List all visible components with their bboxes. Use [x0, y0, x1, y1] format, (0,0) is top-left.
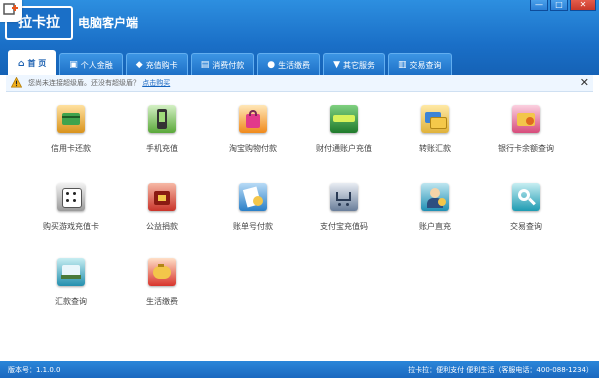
service-life-bills[interactable]: 生活缴费	[117, 258, 207, 307]
service-label: 转账汇款	[419, 144, 451, 153]
tab-label: 充值购卡	[145, 60, 178, 70]
tab-transaction-query[interactable]: ▥ 交易查询	[387, 53, 452, 76]
service-label: 交易查询	[510, 222, 542, 231]
tab-other-services[interactable]: ▼ 其它服务	[323, 53, 385, 76]
service-balance-query[interactable]: 银行卡余额查询	[481, 105, 571, 154]
tab-label: 生活缴费	[278, 60, 311, 70]
balance-icon	[512, 105, 540, 133]
chat-icon: ▼	[333, 60, 340, 70]
tab-label: 个人金融	[80, 60, 113, 70]
buy-link[interactable]: 点击购买	[142, 79, 170, 87]
notice-close-icon[interactable]: ✕	[580, 76, 589, 89]
service-bill-number-pay[interactable]: 账单号付款	[208, 183, 298, 232]
plus-icon	[3, 3, 18, 15]
tab-home[interactable]: ⌂ 首 页	[8, 50, 57, 76]
tab-life-bills[interactable]: ● 生活缴费	[257, 53, 321, 76]
close-button[interactable]: ✕	[570, 0, 596, 11]
service-label: 财付通账户充值	[316, 144, 372, 153]
bill-icon: ●	[267, 60, 276, 70]
service-transfer[interactable]: 转账汇款	[390, 105, 480, 154]
wallet-icon: ▣	[69, 60, 78, 70]
home-icon: ⌂	[18, 58, 25, 69]
service-donation[interactable]: 公益捐款	[117, 183, 207, 232]
card-icon: ◆	[135, 60, 143, 70]
bill-pay-icon	[239, 183, 267, 211]
tab-label: 首 页	[27, 59, 47, 68]
app-corner-icon	[0, 0, 22, 22]
notice-text: 您尚未连接超级盾。还没有超级盾？ 点击购买	[28, 78, 170, 88]
service-label: 公益捐款	[146, 222, 178, 231]
window-controls: — □ ✕	[530, 0, 596, 11]
tab-label: 交易查询	[409, 60, 442, 70]
service-label: 生活缴费	[146, 297, 178, 306]
tab-label: 其它服务	[342, 60, 375, 70]
app-title: 电脑客户端	[78, 16, 139, 30]
dice-icon	[57, 183, 85, 211]
service-taobao-payment[interactable]: 淘宝购物付款	[208, 105, 298, 154]
person-icon	[421, 183, 449, 211]
service-label: 信用卡还款	[51, 144, 91, 153]
notice-message: 您尚未连接超级盾。还没有超级盾？	[28, 79, 140, 87]
service-label: 账户直充	[419, 222, 451, 231]
service-account-recharge[interactable]: 账户直充	[390, 183, 480, 232]
notice-bar: 您尚未连接超级盾。还没有超级盾？ 点击购买 ✕	[6, 75, 593, 92]
service-label: 汇款查询	[55, 297, 87, 306]
search-icon	[512, 183, 540, 211]
status-slogan: 拉卡拉：便利支付 便利生活（客服电话：400-088-1234）	[408, 366, 593, 374]
version-text: 版本号：1.1.0.0	[8, 366, 61, 374]
service-label: 手机充值	[146, 144, 178, 153]
tab-consumer-payment[interactable]: ▤ 消费付款	[190, 53, 255, 76]
payment-icon: ▤	[200, 60, 210, 70]
tab-personal-finance[interactable]: ▣ 个人金融	[59, 53, 123, 76]
service-game-card[interactable]: 购买游戏充值卡	[26, 183, 116, 232]
service-alipay-code[interactable]: 支付宝充值码	[299, 183, 389, 232]
piggy-bank-icon	[148, 258, 176, 286]
service-label: 购买游戏充值卡	[43, 222, 99, 231]
tab-label: 消费付款	[212, 60, 245, 70]
service-remittance-query[interactable]: 汇款查询	[26, 258, 116, 307]
logo-text: 拉卡拉	[18, 15, 60, 31]
app-window: 拉卡拉 电脑客户端 — □ ✕ ⌂ 首 页 ▣ 个人金融 ◆ 充值购卡 ▤ 消费…	[0, 0, 599, 378]
service-transaction-query[interactable]: 交易查询	[481, 183, 571, 232]
tenpay-icon	[330, 105, 358, 133]
main-tabs: ⌂ 首 页 ▣ 个人金融 ◆ 充值购卡 ▤ 消费付款 ● 生活缴费 ▼ 其它服务	[8, 50, 452, 76]
query-icon: ▥	[397, 60, 407, 70]
title-bar: 拉卡拉 电脑客户端 — □ ✕ ⌂ 首 页 ▣ 个人金融 ◆ 充值购卡 ▤ 消费…	[0, 0, 599, 76]
shopping-bag-icon	[239, 105, 267, 133]
transfer-icon	[421, 105, 449, 133]
mobile-icon	[148, 105, 176, 133]
minimize-button[interactable]: —	[530, 0, 548, 11]
service-label: 银行卡余额查询	[498, 144, 554, 153]
donation-icon	[148, 183, 176, 211]
service-mobile-recharge[interactable]: 手机充值	[117, 105, 207, 154]
cart-icon	[330, 183, 358, 211]
credit-card-icon	[57, 105, 85, 133]
status-bar: 版本号：1.1.0.0 拉卡拉：便利支付 便利生活（客服电话：400-088-1…	[0, 361, 599, 378]
tab-recharge-card[interactable]: ◆ 充值购卡	[125, 53, 188, 76]
service-credit-card-repay[interactable]: 信用卡还款	[26, 105, 116, 154]
maximize-button[interactable]: □	[550, 0, 568, 11]
remit-query-icon	[57, 258, 85, 286]
service-label: 支付宝充值码	[320, 222, 368, 231]
warning-icon	[11, 77, 22, 88]
service-label: 账单号付款	[233, 222, 273, 231]
service-label: 淘宝购物付款	[229, 144, 277, 153]
service-tenpay-recharge[interactable]: 财付通账户充值	[299, 105, 389, 154]
